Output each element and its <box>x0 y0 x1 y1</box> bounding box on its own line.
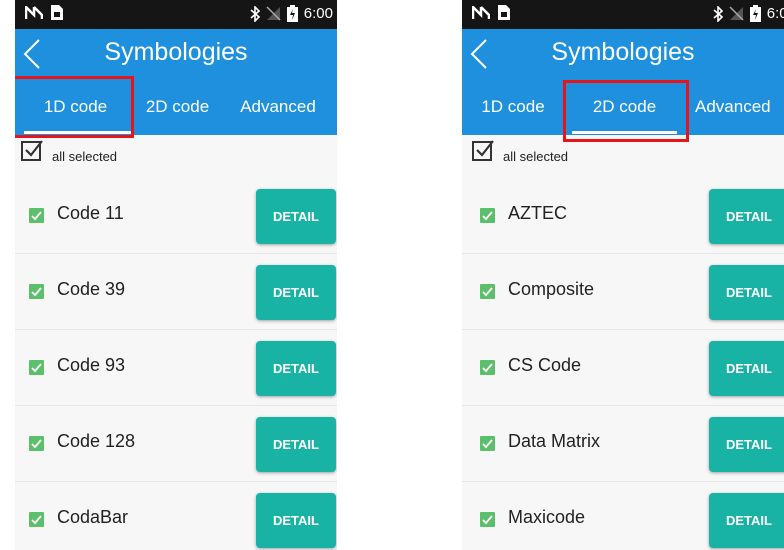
item-checkbox[interactable] <box>480 208 495 223</box>
select-all-row: all selected <box>15 135 337 178</box>
detail-button[interactable]: DETAIL <box>709 417 784 472</box>
status-time: 6:00 <box>303 5 333 22</box>
item-label: CS Code <box>508 355 582 375</box>
status-time: 6:00 <box>766 5 784 22</box>
select-all-checkbox[interactable] <box>472 139 494 161</box>
item-checkbox[interactable] <box>480 360 495 375</box>
list-item: Composite DETAIL <box>462 254 784 330</box>
item-label: Maxicode <box>508 507 586 527</box>
battery-icon <box>749 5 761 22</box>
list-item: Code 39 DETAIL <box>15 254 337 330</box>
item-checkbox[interactable] <box>480 284 495 299</box>
item-label: Code 93 <box>57 355 126 375</box>
nfc-icon <box>472 5 490 20</box>
bluetooth-icon <box>713 5 723 22</box>
list-item: Code 128 DETAIL <box>15 406 337 482</box>
highlight-box <box>15 76 134 138</box>
list-item: Maxicode DETAIL <box>462 482 784 550</box>
item-label: Data Matrix <box>508 431 601 451</box>
list-item: CodaBar DETAIL <box>15 482 337 550</box>
list-item: Code 11 DETAIL <box>15 178 337 254</box>
item-checkbox[interactable] <box>480 436 495 451</box>
page-title: Symbologies <box>551 38 695 66</box>
item-label: Code 128 <box>57 431 136 451</box>
detail-button[interactable]: DETAIL <box>709 265 784 320</box>
app-toolbar: Symbologies <box>15 29 337 79</box>
item-checkbox[interactable] <box>29 284 44 299</box>
sim-card-icon <box>51 5 63 20</box>
list-item: Code 93 DETAIL <box>15 330 337 406</box>
no-signal-icon <box>266 6 281 21</box>
item-label: Composite <box>508 279 595 299</box>
detail-button[interactable]: DETAIL <box>256 417 336 472</box>
page-title: Symbologies <box>104 38 248 66</box>
symbology-list: Code 11 DETAIL Code 39 DETAIL Code 93 DE… <box>15 178 337 550</box>
item-label: CodaBar <box>57 507 129 527</box>
item-label: Code 39 <box>57 279 126 299</box>
phone-screen-2d: 6:00 Symbologies 1D code 2D code Advance… <box>462 0 784 550</box>
app-toolbar: Symbologies <box>462 29 784 79</box>
item-label: Code 11 <box>57 203 124 223</box>
nfc-icon <box>25 5 43 20</box>
highlight-box <box>563 80 689 142</box>
detail-button[interactable]: DETAIL <box>256 341 336 396</box>
select-all-checkbox[interactable] <box>21 139 43 161</box>
tab-advanced[interactable]: Advanced <box>219 79 337 135</box>
select-all-row: all selected <box>462 135 784 178</box>
detail-button[interactable]: DETAIL <box>256 493 336 548</box>
item-label: AZTEC <box>508 203 568 223</box>
detail-button[interactable]: DETAIL <box>709 341 784 396</box>
list-item: AZTEC DETAIL <box>462 178 784 254</box>
item-checkbox[interactable] <box>29 208 44 223</box>
no-signal-icon <box>729 6 744 21</box>
battery-icon <box>286 5 298 22</box>
item-checkbox[interactable] <box>480 512 495 527</box>
tab-2d-code[interactable]: 2D code <box>136 79 219 135</box>
list-item: CS Code DETAIL <box>462 330 784 406</box>
detail-button[interactable]: DETAIL <box>256 265 336 320</box>
sim-card-icon <box>498 5 510 20</box>
status-bar: 6:00 <box>462 0 784 29</box>
detail-button[interactable]: DETAIL <box>256 189 336 244</box>
item-checkbox[interactable] <box>29 512 44 527</box>
phone-screen-1d: 6:00 Symbologies 1D code 2D code Advance… <box>15 0 337 550</box>
status-bar: 6:00 <box>15 0 337 29</box>
symbology-list: AZTEC DETAIL Composite DETAIL CS Code DE… <box>462 178 784 550</box>
tab-1d-code[interactable]: 1D code <box>468 79 558 135</box>
detail-button[interactable]: DETAIL <box>709 493 784 548</box>
tab-advanced[interactable]: Advanced <box>695 79 784 135</box>
select-all-label: all selected <box>503 149 569 164</box>
detail-button[interactable]: DETAIL <box>709 189 784 244</box>
item-checkbox[interactable] <box>29 360 44 375</box>
item-checkbox[interactable] <box>29 436 44 451</box>
list-item: Data Matrix DETAIL <box>462 406 784 482</box>
select-all-label: all selected <box>52 149 118 164</box>
bluetooth-icon <box>250 5 260 22</box>
